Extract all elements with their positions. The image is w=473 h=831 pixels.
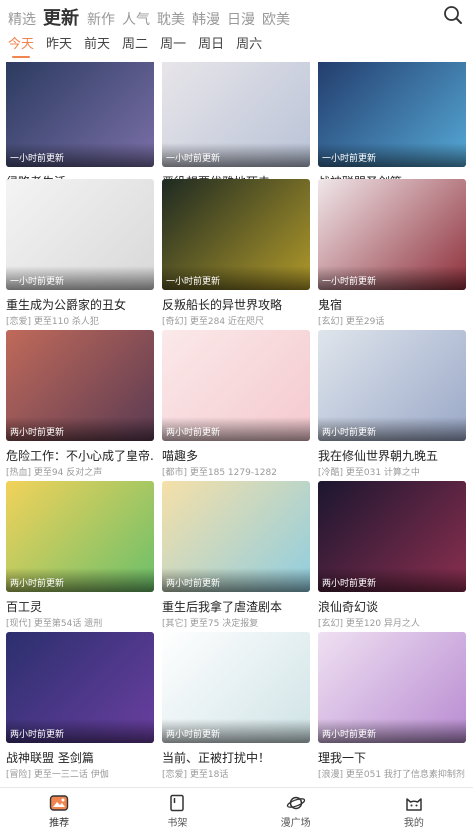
comic-card[interactable]: 一小时前更新重生成为公爵家的丑女 [恋爱] 更至110 杀人犯	[6, 179, 154, 330]
nav-plaza[interactable]: 漫广场	[237, 788, 355, 831]
nav-profile-label: 我的	[403, 818, 424, 829]
search-icon[interactable]	[443, 5, 463, 25]
comic-cover-image[interactable]: 两小时前更新	[162, 481, 310, 592]
comic-update-info: [玄幻] 更至29话	[318, 317, 385, 327]
tab-monday[interactable]: 周一	[160, 33, 186, 58]
nav-plaza-label: 漫广场	[280, 818, 311, 829]
comic-card[interactable]: 一小时前更新反叛船长的异世界攻略 [奇幻] 更至284 近在咫尺	[162, 179, 310, 330]
comic-title[interactable]: 重生后我拿了虐渣剧本	[162, 598, 310, 615]
comic-card[interactable]: 两小时前更新喵趣多 [都市] 更至185 1279-1282	[162, 330, 310, 481]
tab-updates[interactable]: 更新	[43, 4, 79, 30]
comic-update-info: [浪漫] 更至051 我打了信息素抑制剂	[318, 770, 465, 780]
comic-update-info: [恋爱] 更至18话	[162, 770, 229, 780]
tab-korean[interactable]: 韩漫	[192, 9, 220, 29]
nav-bookshelf-label: 书架	[167, 818, 188, 829]
comic-cover-image[interactable]: 两小时前更新	[6, 481, 154, 592]
comic-cover-image[interactable]: 两小时前更新	[6, 632, 154, 743]
comic-title[interactable]: 危险工作：不小心成了皇帝...	[6, 447, 154, 464]
comic-cover-image[interactable]: 两小时前更新	[318, 481, 466, 592]
tab-danmei[interactable]: 耽美	[157, 9, 185, 29]
comic-title[interactable]: 鬼宿	[318, 296, 466, 313]
comic-update-info: [都市] 更至185 1279-1282	[162, 468, 277, 478]
tab-popular[interactable]: 人气	[122, 9, 150, 29]
comic-cover-image[interactable]: 两小时前更新	[162, 330, 310, 441]
comic-update-info: [玄幻] 更至120 异月之人	[318, 619, 420, 629]
tab-yesterday[interactable]: 昨天	[46, 33, 72, 58]
category-tabs: 精选 更新 新作 人气 耽美 韩漫 日漫 欧美	[8, 4, 297, 30]
tab-saturday[interactable]: 周六	[236, 33, 262, 58]
update-time-badge: 两小时前更新	[166, 428, 221, 438]
update-time-badge: 两小时前更新	[10, 428, 65, 438]
nav-bookshelf[interactable]: 书架	[118, 788, 236, 831]
comic-cover-image[interactable]: 一小时前更新	[6, 179, 154, 290]
comic-update-info: [其它] 更至75 决定报复	[162, 619, 259, 629]
update-time-badge: 两小时前更新	[322, 730, 377, 740]
nav-profile[interactable]: 我的	[355, 788, 473, 831]
nav-recommend-label: 推荐	[49, 818, 70, 829]
comic-card[interactable]: 两小时前更新百工灵 [现代] 更至第54话 遗刑	[6, 481, 154, 632]
comic-update-info: [冒险] 更至一三二话 伊伽	[6, 770, 109, 780]
comic-title[interactable]: 我在修仙世界朝九晚五	[318, 447, 466, 464]
update-time-badge: 两小时前更新	[10, 730, 65, 740]
comic-card[interactable]: 两小时前更新我在修仙世界朝九晚五 [冷酷] 更至031 计算之中	[318, 330, 466, 481]
tab-day-before[interactable]: 前天	[84, 33, 110, 58]
comic-cover-image[interactable]: 两小时前更新	[6, 330, 154, 441]
top-category-bar: 精选 更新 新作 人气 耽美 韩漫 日漫 欧美	[0, 0, 473, 30]
comic-card[interactable]: 一小时前更新鬼宿 [玄幻] 更至29话	[318, 179, 466, 330]
comic-title[interactable]: 浪仙奇幻谈	[318, 598, 466, 615]
comic-card[interactable]: 两小时前更新战神联盟 圣剑篇 [冒险] 更至一三二话 伊伽	[6, 632, 154, 783]
comic-grid: 一小时前更新侵略者生活[其它] 更至39 拌除嫌疑人一小时前更新恶役想要优雅地死…	[6, 62, 468, 787]
update-time-badge: 一小时前更新	[10, 277, 65, 287]
comic-update-info: [现代] 更至第54话 遗刑	[6, 619, 103, 629]
comic-cover-image[interactable]: 一小时前更新	[6, 62, 154, 167]
update-time-badge: 一小时前更新	[166, 154, 221, 164]
comic-card[interactable]: 两小时前更新危险工作：不小心成了皇帝... [热血] 更至94 反对之声	[6, 330, 154, 481]
comic-title[interactable]: 当前、正被打扰中！	[162, 749, 310, 766]
comic-title[interactable]: 喵趣多	[162, 447, 310, 464]
comic-cover-image[interactable]: 一小时前更新	[162, 179, 310, 290]
comic-cover-image[interactable]: 两小时前更新	[162, 632, 310, 743]
comic-update-info: [冷酷] 更至031 计算之中	[318, 468, 420, 478]
cat-face-icon	[406, 798, 422, 811]
update-time-badge: 一小时前更新	[10, 154, 65, 164]
comic-title[interactable]: 反叛船长的异世界攻略	[162, 296, 310, 313]
comic-title[interactable]: 战神联盟 圣剑篇	[6, 749, 154, 766]
comic-cover-image[interactable]: 一小时前更新	[318, 62, 466, 167]
bookshelf-icon	[170, 794, 185, 812]
comic-title[interactable]: 重生成为公爵家的丑女	[6, 296, 154, 313]
update-time-badge: 两小时前更新	[10, 579, 65, 589]
comic-title[interactable]: 理我一下	[318, 749, 466, 766]
comic-card[interactable]: 两小时前更新当前、正被打扰中！ [恋爱] 更至18话	[162, 632, 310, 783]
comic-cover-image[interactable]: 一小时前更新	[162, 62, 310, 167]
comic-cover-image[interactable]: 两小时前更新	[318, 330, 466, 441]
bottom-nav: 推荐 书架 漫广场 我的	[0, 787, 473, 831]
tab-sunday[interactable]: 周日	[198, 33, 224, 58]
tab-tuesday[interactable]: 周二	[122, 33, 148, 58]
comic-update-info: [恋爱] 更至110 杀人犯	[6, 317, 99, 327]
planet-icon	[286, 796, 305, 810]
day-tabs: 今天 昨天 前天 周二 周一 周日 周六	[8, 33, 274, 58]
comic-card[interactable]: 两小时前更新理我一下 [浪漫] 更至051 我打了信息素抑制剂	[318, 632, 466, 783]
comic-update-info: [奇幻] 更至284 近在咫尺	[162, 317, 264, 327]
update-time-badge: 两小时前更新	[322, 579, 377, 589]
comic-update-info: [热血] 更至94 反对之声	[6, 468, 103, 478]
comic-card[interactable]: 两小时前更新重生后我拿了虐渣剧本 [其它] 更至75 决定报复	[162, 481, 310, 632]
update-time-badge: 两小时前更新	[166, 730, 221, 740]
update-time-badge: 一小时前更新	[166, 277, 221, 287]
update-time-badge: 一小时前更新	[322, 277, 377, 287]
recommend-icon	[49, 795, 69, 811]
comic-cover-image[interactable]: 一小时前更新	[318, 179, 466, 290]
tab-featured[interactable]: 精选	[8, 9, 36, 29]
tab-western[interactable]: 欧美	[262, 9, 290, 29]
update-time-badge: 两小时前更新	[322, 428, 377, 438]
update-time-badge: 一小时前更新	[322, 154, 377, 164]
tab-japanese[interactable]: 日漫	[227, 9, 255, 29]
comic-card[interactable]: 两小时前更新浪仙奇幻谈 [玄幻] 更至120 异月之人	[318, 481, 466, 632]
nav-recommend[interactable]: 推荐	[0, 788, 118, 831]
comic-cover-image[interactable]: 两小时前更新	[318, 632, 466, 743]
tab-today[interactable]: 今天	[8, 33, 34, 58]
comic-title[interactable]: 百工灵	[6, 598, 154, 615]
tab-new[interactable]: 新作	[87, 9, 115, 29]
update-time-badge: 两小时前更新	[166, 579, 221, 589]
